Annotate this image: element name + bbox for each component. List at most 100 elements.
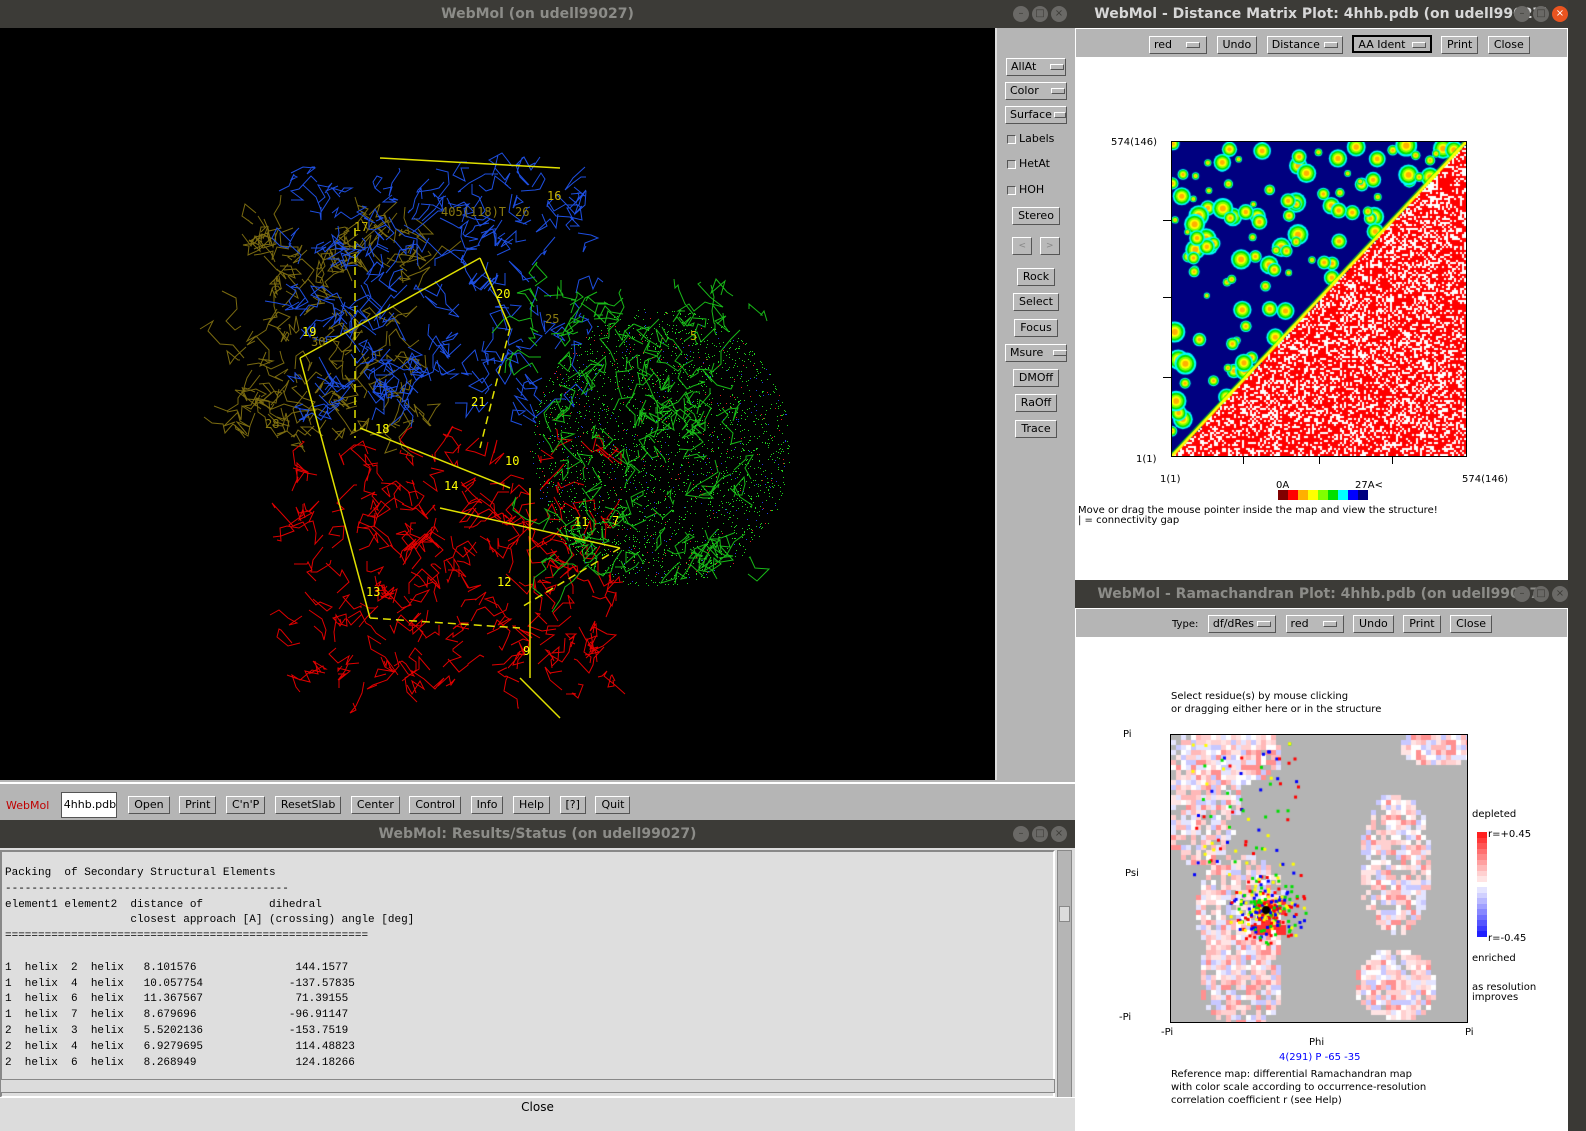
focus-button[interactable]: Focus [1014,319,1058,337]
horizontal-scrollbar[interactable] [0,1079,1055,1093]
hetat-checkbox[interactable]: HetAt [997,157,1075,170]
scroll-thumb[interactable] [1059,906,1070,922]
sse-label: 9 [523,644,530,658]
sse-label: 20 [496,287,510,301]
close-icon[interactable]: × [1051,6,1067,22]
allat-choice[interactable]: AllAt [1006,58,1066,76]
rock-button[interactable]: Rock [1016,268,1056,286]
dm-aa-ident-label: AA Ident [1358,38,1406,51]
close-icon[interactable]: × [1552,6,1568,22]
main-window-title: WebMol (on udell99027) [441,6,634,22]
dm-titlebar[interactable]: WebMol - Distance Matrix Plot: 4hhb.pdb … [1075,0,1568,28]
minimize-icon[interactable]: – [1013,6,1029,22]
question-button[interactable]: [?] [559,796,586,814]
rama-titlebar[interactable]: WebMol - Ramachandran Plot: 4hhb.pdb (on… [1075,580,1568,608]
dm-close-button[interactable]: Close [1487,36,1530,54]
msure-choice[interactable]: Msure [1005,344,1068,362]
rama-y-bottom: -Pi [1119,1012,1132,1023]
scale-swatch [1298,490,1308,500]
rama-color-value: red [1290,617,1309,630]
dm-undo-button[interactable]: Undo [1216,36,1258,54]
main-window-titlebar[interactable]: WebMol (on udell99027) [0,0,1075,28]
rama-readout: 4(291) P -65 -35 [1279,1052,1361,1063]
sse-label: 21 [471,395,485,409]
stereo-button[interactable]: Stereo [1012,207,1060,225]
webmol-main-window: WebMol (on udell99027) – □ × 16 405(118)T… [0,0,1075,820]
rama-type-label: Type: [1172,618,1199,630]
maximize-icon[interactable]: □ [1032,6,1048,22]
vertical-scrollbar[interactable] [1057,850,1072,1098]
rama-type-choice[interactable]: df/dRes [1207,615,1277,633]
sse-label: 14 [444,479,458,493]
legend-swatch [1477,931,1487,937]
checkbox-icon[interactable] [1007,134,1016,144]
chevron-down-icon [1323,42,1338,48]
select-button[interactable]: Select [1013,293,1059,311]
minimize-icon[interactable]: – [1514,586,1530,602]
checkbox-icon[interactable] [1007,185,1016,195]
surface-choice[interactable]: Surface [1005,106,1067,124]
results-titlebar[interactable]: WebMol: Results/Status (on udell99027) [0,820,1075,848]
sse-label: 28 [265,417,279,431]
close-icon[interactable]: × [1051,826,1067,842]
filename-field[interactable]: 4hhb.pdb [60,792,117,818]
labels-checkbox[interactable]: Labels [997,132,1075,145]
chevron-down-icon [1053,112,1066,118]
chain-red [269,425,626,714]
maximize-icon[interactable]: □ [1533,586,1549,602]
dm-print-button[interactable]: Print [1441,36,1479,54]
hoh-checkbox[interactable]: HOH [997,183,1075,196]
close-icon[interactable]: × [1552,586,1568,602]
dmoff-button[interactable]: DMOff [1012,369,1060,387]
sse-label: 7 [612,514,619,528]
dm-gap-note: | = connectivity gap [1078,515,1180,526]
next-button[interactable]: > [1040,237,1060,255]
rama-undo-button[interactable]: Undo [1353,615,1394,633]
maximize-icon[interactable]: □ [1533,6,1549,22]
rama-instruction-1: Select residue(s) by mouse clicking [1171,691,1349,702]
rama-print-button[interactable]: Print [1403,615,1441,633]
minimize-icon[interactable]: – [1514,6,1530,22]
scale-swatch [1288,490,1298,500]
chevron-down-icon [1053,350,1068,356]
raoff-button[interactable]: RaOff [1014,394,1058,412]
quit-button[interactable]: Quit [595,796,631,814]
rama-close-button[interactable]: Close [1450,615,1493,633]
maximize-icon[interactable]: □ [1032,826,1048,842]
results-row: 1 helix 2 helix 8.101576 144.1577 [5,961,349,974]
rama-reference-2: with color scale according to occurrence… [1171,1082,1427,1093]
checkbox-icon[interactable] [1007,159,1016,169]
minimize-icon[interactable]: – [1013,826,1029,842]
center-button[interactable]: Center [350,796,400,814]
open-button[interactable]: Open [128,796,170,814]
dm-aa-ident-choice[interactable]: AA Ident [1352,35,1432,53]
results-separator: ========================================… [5,930,369,943]
rama-x-mid: Phi [1309,1037,1325,1048]
dm-mode-choice[interactable]: Distance [1266,36,1343,54]
color-choice[interactable]: Color [1005,82,1067,100]
results-textarea[interactable]: Packing of Secondary Structural Elements… [0,850,1055,1098]
dm-mode-label: Distance [1271,38,1320,51]
molecule-render[interactable]: 16405(118)T 26172019302552128 18101411 7131… [0,28,995,780]
molecule-3d-viewer[interactable]: 16 405(118)T 26 17 20 19 30 25 5 21 28 18 10 14 11 7 13 1… [0,28,995,780]
sse-label: 30 [311,335,325,349]
results-close-button[interactable]: Close [0,1097,1075,1117]
trace-button[interactable]: Trace [1015,420,1057,438]
distance-matrix-map[interactable] [1171,141,1467,457]
scale-swatch [1338,490,1348,500]
sse-label: 11 [574,515,588,529]
ramachandran-map[interactable] [1170,734,1468,1023]
print-button[interactable]: Print [179,796,217,814]
resetslab-button[interactable]: ResetSlab [274,796,342,814]
dm-color-choice[interactable]: red [1149,36,1207,54]
msure-label: Msure [1010,346,1044,359]
cnp-button[interactable]: C'n'P [225,796,266,814]
control-button[interactable]: Control [409,796,462,814]
sse-label: 13 [366,585,380,599]
prev-button[interactable]: < [1012,237,1032,255]
help-button[interactable]: Help [512,796,551,814]
dm-y-bottom-label: 1(1) [1136,454,1157,465]
info-button[interactable]: Info [470,796,504,814]
rama-color-choice[interactable]: red [1285,615,1344,633]
rama-title: WebMol - Ramachandran Plot: 4hhb.pdb (on… [1097,586,1546,602]
